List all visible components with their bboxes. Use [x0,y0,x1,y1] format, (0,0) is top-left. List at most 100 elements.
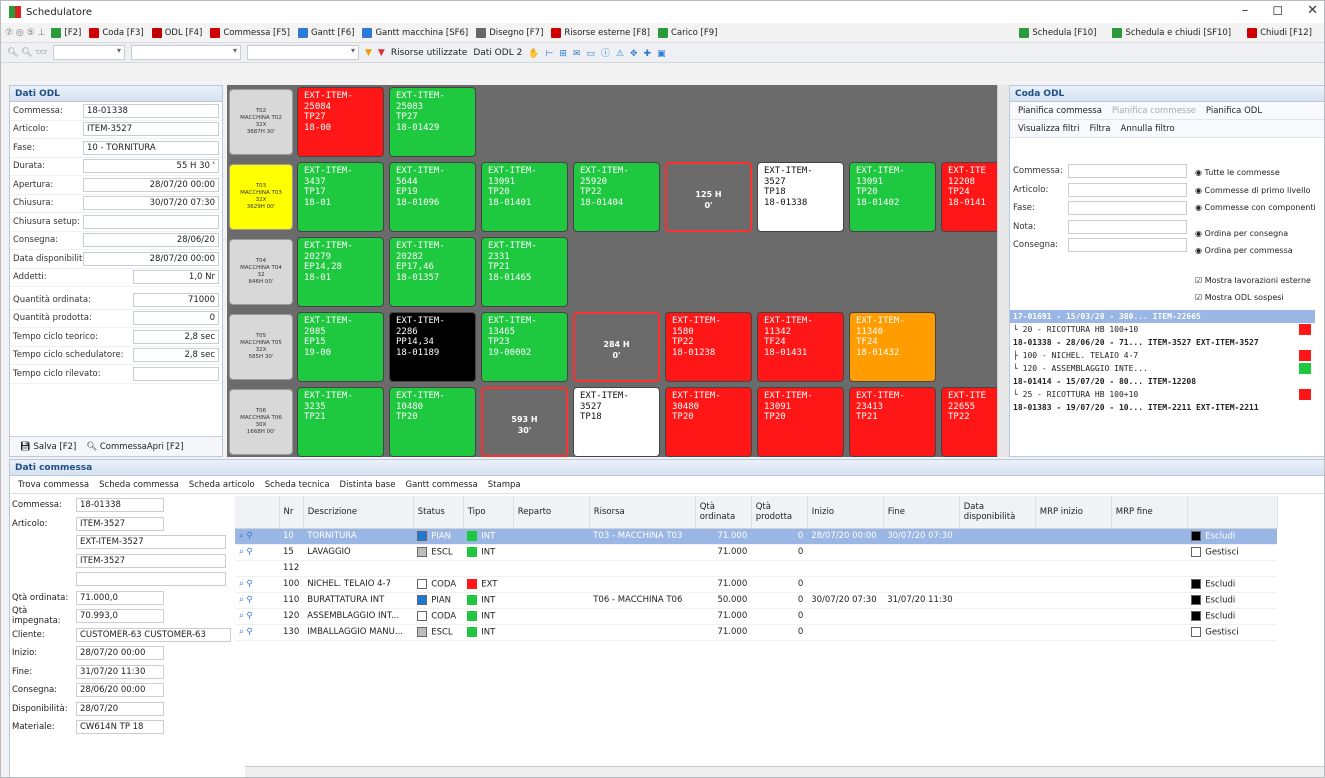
menu-item[interactable]: Gantt macchina [SF6] [362,27,468,38]
combo-1[interactable] [53,45,125,60]
machine-label[interactable]: T03 MACCHINA T03 32X 3629H 00' [229,164,293,230]
odl-field-value[interactable]: 28/06/20 [83,233,219,248]
machine-gantt-grid[interactable]: T02 MACCHINA T02 32X 3687H 30' T03 MACCHINA T… [227,85,997,457]
row-action-icons[interactable] [235,560,279,577]
plan-commesse-button[interactable]: Pianifica commesse [1112,106,1196,116]
commessa-field-value[interactable]: 28/07/20 00:00 [76,646,164,661]
menu-item[interactable]: Risorse esterne [F8] [551,27,650,38]
odl-card[interactable]: EXT-ITEM- 3527 TP18 [573,387,660,457]
commessa-field-value[interactable] [76,572,226,587]
row-action[interactable]: Escludi [1187,576,1278,593]
tool-icons[interactable]: ✋⊢⊞✉▭ⓘ⚠✥✚▣ [528,46,671,59]
commessa-toolbar-button[interactable]: Scheda commessa [99,480,179,490]
menu-item[interactable]: Coda [F3] [89,27,144,38]
commessa-toolbar-button[interactable]: Gantt commessa [405,480,477,490]
plan-odl-button[interactable]: Pianifica ODL [1206,106,1262,116]
row-action[interactable]: Escludi [1187,528,1278,545]
coda-check[interactable]: ☑ Mostra lavorazioni esterne [1195,272,1324,290]
queue-item[interactable]: └ 20 - RICOTTURA HB 100+10 [1010,323,1315,336]
commessa-field-value[interactable]: CUSTOMER-63 CUSTOMER-63 [76,627,231,642]
show-filters-button[interactable]: Visualizza filtri [1018,124,1079,134]
column-header[interactable]: Qtà prodotta [751,496,808,529]
column-header[interactable]: Status [413,496,464,529]
odl-field-value[interactable] [133,366,219,381]
odl-card[interactable]: EXT-ITEM- 23413 TP21 [849,387,936,457]
commessa-field-value[interactable]: EXT-ITEM-3527 [76,535,226,550]
column-header[interactable]: Inizio [807,496,884,529]
odl-card[interactable]: EXT-ITE 22655 TP22 [941,387,997,457]
odl-card[interactable]: EXT-ITEM- 20282 EP17,46 18-01357 [389,237,476,307]
minimize-button[interactable]: – [1242,3,1249,18]
odl-card[interactable]: EXT-ITEM- 30480 TP20 [665,387,752,457]
column-header[interactable]: Reparto [513,496,590,529]
queue-item[interactable]: 17-01691 - 15/03/20 - 380... ITEM-22665 [1010,310,1315,323]
row-action[interactable] [1187,560,1278,577]
save-button[interactable]: 💾︎ Salva [F2] [20,442,76,452]
odl-field-value[interactable]: ITEM-3527 [83,122,219,137]
coda-filter-input[interactable] [1068,219,1187,234]
odl-card[interactable]: EXT-ITEM- 3437 TP17 18-01 [297,162,384,232]
commessa-field-value[interactable]: 28/07/20 [76,701,164,716]
row-action-icons[interactable]: ⌕ ⚲ [235,528,279,545]
queue-item[interactable]: 18-01338 - 28/06/20 - 71... ITEM-3527 EX… [1010,336,1315,349]
plan-commessa-button[interactable]: Pianifica commessa [1018,106,1102,116]
clear-filter-icon[interactable]: ▼ [378,48,385,58]
coda-radio[interactable]: ◉ Tutte le commesse [1195,164,1324,182]
commessa-field-value[interactable]: CW614N TP 18 [76,720,164,735]
odl-card[interactable]: EXT-ITEM- 13091 TP20 [757,387,844,457]
resources-used-button[interactable]: Risorse utilizzate [391,48,468,58]
commessa-toolbar-button[interactable]: Scheda tecnica [265,480,330,490]
commessa-field-value[interactable]: 70.993,0 [76,609,164,624]
menu-item[interactable]: Disegno [F7] [476,27,543,38]
commessa-field-value[interactable]: 18-01338 [76,498,164,513]
table-row[interactable]: ⌕ ⚲ 100 NICHEL. TELAIO 4-7 CODA EXT 71.000 0 Es… [235,576,1278,593]
odl-field-value[interactable]: 2,8 sec [133,329,219,344]
menu-right-item[interactable]: Schedula e chiudi [SF10] [1112,28,1231,38]
odl-card[interactable]: EXT-ITEM- 25084 TP27 18-00 [297,87,384,157]
machine-label[interactable]: T02 MACCHINA T02 32X 3687H 30' [229,89,293,155]
machine-label[interactable]: T06 MACCHINA T06 30X 1668H 00' [229,389,293,455]
maximize-button[interactable]: ◻ [1272,3,1283,18]
odl-card[interactable]: EXT-ITEM- 25083 TP27 18-01429 [389,87,476,157]
machine-label[interactable]: T04 MACCHINA T04 32 846H 00' [229,239,293,305]
queue-item[interactable]: └ 120 - ASSEMBLAGGIO INTE... [1010,362,1315,375]
coda-radio[interactable]: ◉ Ordina per commessa [1195,242,1324,260]
menu-item[interactable]: Commessa [F5] [210,27,290,38]
odl-card[interactable]: EXT-ITEM- 11340 TF24 18-01432 [849,312,936,382]
odl-field-value[interactable]: 2,8 sec [133,348,219,363]
row-action[interactable]: Escludi [1187,608,1278,625]
table-row[interactable]: ⌕ ⚲ 130 IMBALLAGGIO MANU... ESCL INT 71.000 0 G… [235,624,1278,641]
odl-field-value[interactable]: 28/07/20 00:00 [83,251,219,266]
column-header[interactable]: Descrizione [303,496,414,529]
commessa-toolbar-button[interactable]: Distinta base [340,480,396,490]
exclude-checkbox[interactable] [1191,546,1202,557]
commessa-toolbar-button[interactable]: Scheda articolo [189,480,255,490]
column-header[interactable]: Data disponibilità [959,496,1036,529]
gap-block[interactable]: 284 H 0' [573,312,660,382]
odl-card[interactable]: EXT-ITEM- 20279 EP14,28 18-01 [297,237,384,307]
coda-radio[interactable]: ◉ Ordina per consegna [1195,225,1324,243]
coda-radio[interactable]: ◉ Commesse di primo livello [1195,182,1324,200]
menu-item[interactable]: [F2] [51,27,81,38]
odl-card[interactable]: EXT-ITEM- 11342 TF24 18-01431 [757,312,844,382]
exclude-checkbox[interactable] [1191,610,1202,621]
commessa-toolbar-button[interactable]: Stampa [488,480,521,490]
open-commessa-button[interactable]: 🔍︎ CommessaApri [F2] [86,442,183,452]
odl-card[interactable]: EXT-ITEM- 25920 TP22 18-01404 [573,162,660,232]
grid-scrollbar[interactable] [997,85,1009,457]
row-action[interactable]: Escludi [1187,592,1278,609]
odl-field-value[interactable]: 28/07/20 00:00 [83,177,219,192]
filter-icon[interactable]: ▼ [365,48,372,58]
odl-card[interactable]: EXT-ITEM- 2331 TP21 18-01465 [481,237,568,307]
coda-radio[interactable]: ◉ Commesse con componenti [1195,199,1324,217]
table-row[interactable]: ⌕ ⚲ 120 ASSEMBLAGGIO INT... CODA INT 71.000 0 E… [235,608,1278,625]
phases-table[interactable]: Nr Descrizione Status Tipo Reparto Risorsa Qtà… [235,496,1278,641]
odl-field-value[interactable]: 30/07/20 07:30 [83,196,219,211]
odl-field-value[interactable] [83,214,219,229]
exclude-checkbox[interactable] [1191,626,1202,637]
filter-button[interactable]: Filtra [1089,124,1110,134]
queue-item[interactable]: 18-01383 - 19/07/20 - 10... ITEM-2211 EX… [1010,401,1315,414]
row-action-icons[interactable]: ⌕ ⚲ [235,624,279,641]
odl-field-value[interactable]: 18-01338 [83,103,219,118]
commessa-toolbar-button[interactable]: Trova commessa [18,480,89,490]
